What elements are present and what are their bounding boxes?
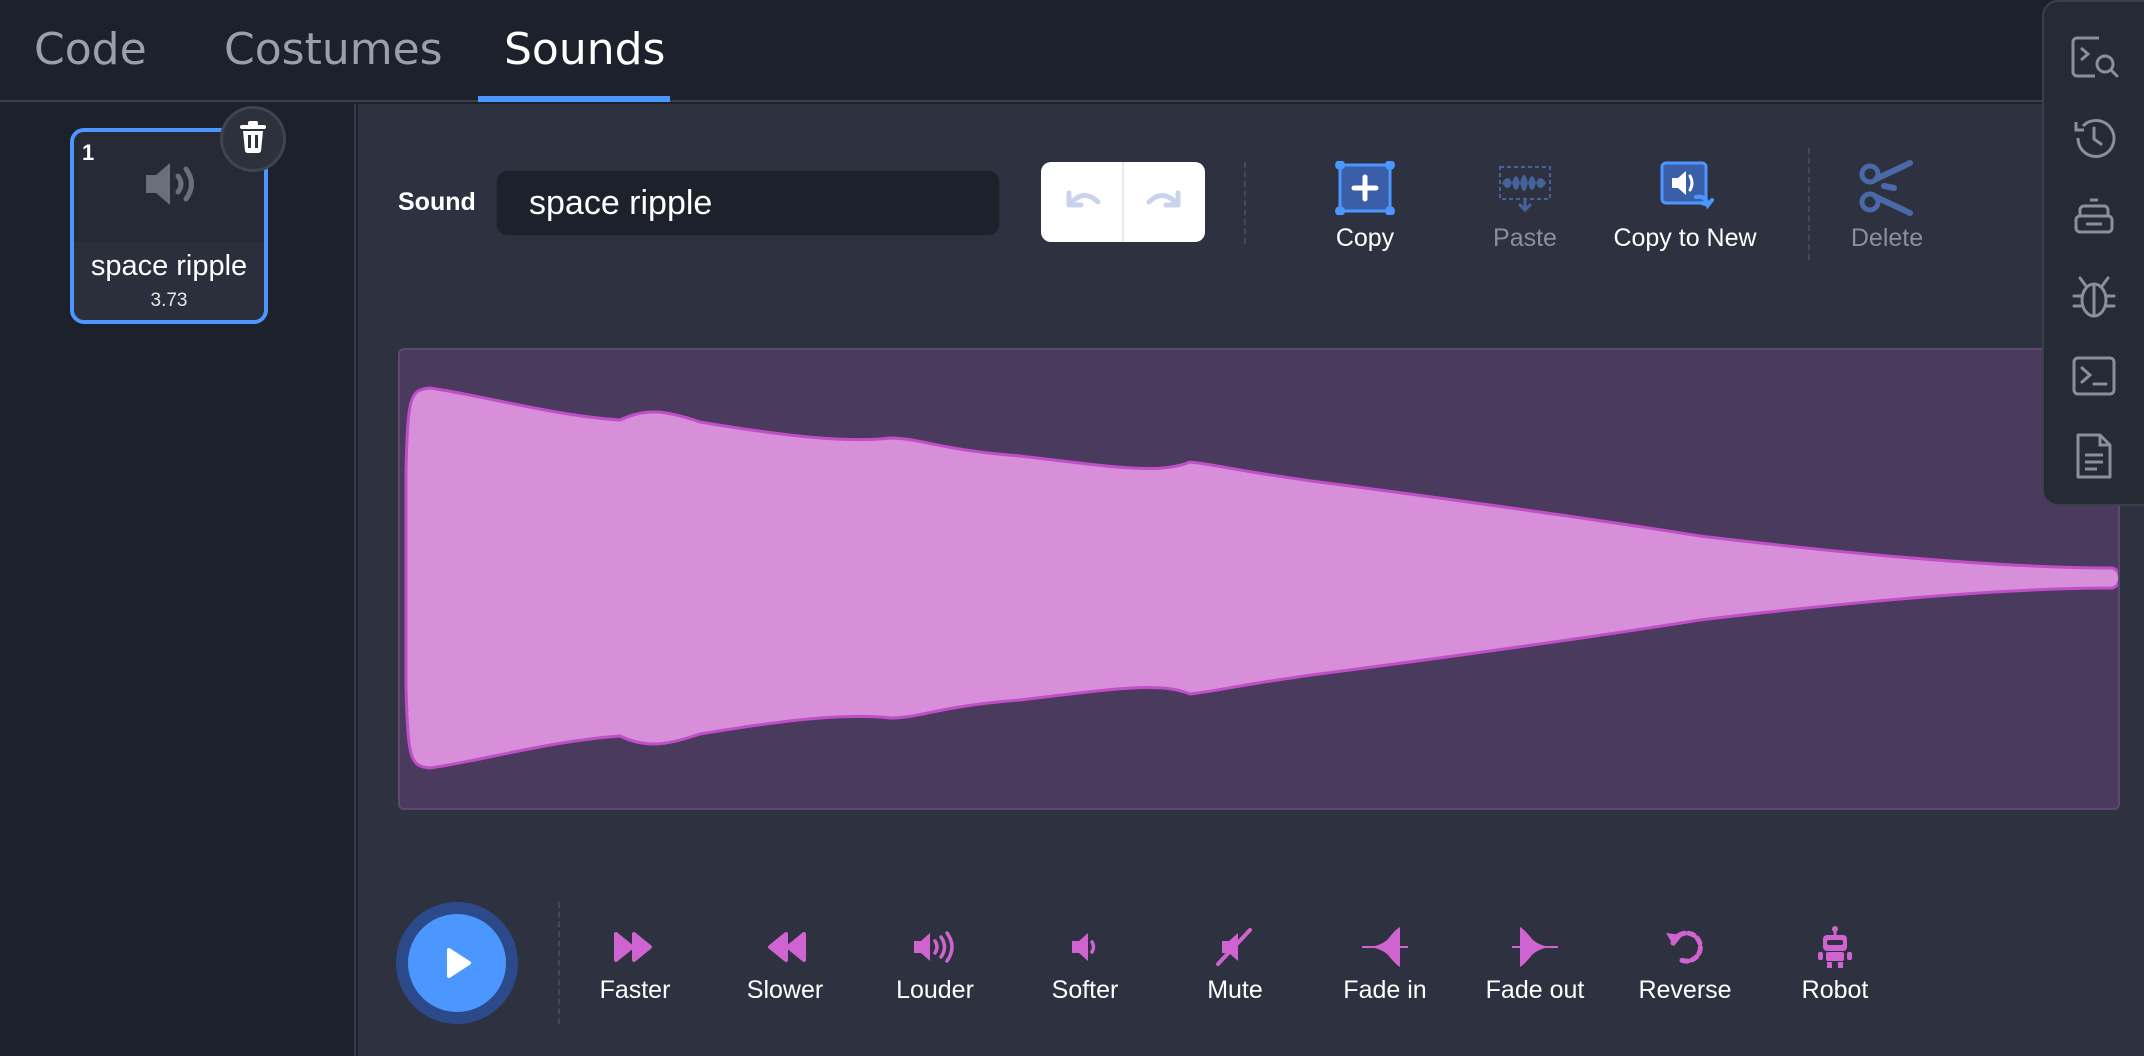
redo-icon — [1144, 185, 1186, 220]
copy-icon — [1280, 158, 1450, 218]
copy-to-new-label: Copy to New — [1613, 224, 1757, 252]
fade-out-icon — [1465, 922, 1605, 972]
faster-label: Faster — [599, 976, 671, 1004]
slower-icon — [715, 922, 855, 972]
effect-faster[interactable]: Faster — [565, 922, 705, 1005]
waveform — [404, 386, 2118, 770]
effect-fade-out[interactable]: Fade out — [1465, 922, 1605, 1005]
copy-to-new-icon — [1600, 158, 1770, 218]
undo-icon — [1061, 185, 1103, 220]
sound-item-name: space ripple — [90, 250, 248, 282]
softer-icon — [1015, 922, 1155, 972]
fade-in-icon — [1315, 922, 1455, 972]
undo-button[interactable] — [1041, 162, 1122, 242]
sound-editor: Sound space ripple Copy Paste Copy to Ne… — [358, 104, 2144, 1056]
fade-in-label: Fade in — [1343, 976, 1427, 1004]
louder-icon — [865, 922, 1005, 972]
play-button[interactable] — [396, 902, 518, 1024]
right-dock — [2042, 0, 2144, 506]
faster-icon — [565, 922, 705, 972]
waveform-editor[interactable] — [398, 348, 2120, 810]
reverse-label: Reverse — [1638, 976, 1732, 1004]
history-icon[interactable] — [2066, 110, 2122, 166]
effect-softer[interactable]: Softer — [1015, 922, 1155, 1005]
sound-name-input[interactable] — [496, 170, 1000, 236]
sound-index: 1 — [82, 140, 95, 165]
tab-sounds[interactable]: Sounds — [504, 24, 665, 75]
redo-button[interactable] — [1122, 162, 1205, 242]
document-icon[interactable] — [2066, 428, 2122, 484]
paste-icon — [1440, 158, 1610, 218]
speaker-icon — [140, 158, 206, 215]
reverse-icon — [1615, 922, 1755, 972]
editor-tab-bar: Code Costumes Sounds — [0, 0, 2144, 102]
effect-louder[interactable]: Louder — [865, 922, 1005, 1005]
robot-label: Robot — [1801, 976, 1869, 1004]
toolbar-divider — [1244, 162, 1246, 244]
effect-reverse[interactable]: Reverse — [1615, 922, 1755, 1005]
tab-costumes[interactable]: Costumes — [224, 24, 443, 75]
effect-fade-in[interactable]: Fade in — [1315, 922, 1455, 1005]
paste-button[interactable]: Paste — [1440, 158, 1610, 253]
robot-icon — [1765, 922, 1905, 972]
addon-robot-icon[interactable] — [2066, 190, 2122, 246]
play-icon — [408, 914, 506, 1012]
louder-label: Louder — [896, 976, 974, 1004]
delete-sound-button[interactable] — [220, 106, 286, 172]
debug-bug-icon[interactable] — [2066, 268, 2122, 324]
terminal-icon[interactable] — [2066, 348, 2122, 404]
mute-icon — [1165, 922, 1305, 972]
delete-selection-button[interactable]: Delete — [1802, 158, 1972, 253]
trash-icon — [238, 120, 268, 159]
sound-name-label: Sound — [398, 188, 476, 216]
code-search-icon[interactable] — [2066, 30, 2122, 86]
fade-out-label: Fade out — [1485, 976, 1585, 1004]
effect-robot[interactable]: Robot — [1765, 922, 1905, 1005]
mute-label: Mute — [1207, 976, 1263, 1004]
copy-label: Copy — [1335, 224, 1395, 252]
sound-item-duration: 3.73 — [150, 290, 188, 311]
softer-label: Softer — [1051, 976, 1119, 1004]
paste-label: Paste — [1493, 224, 1557, 252]
effect-slower[interactable]: Slower — [715, 922, 855, 1005]
scissors-icon — [1802, 158, 1972, 218]
active-tab-indicator — [478, 96, 670, 102]
effects-divider — [558, 902, 560, 1024]
copy-button[interactable]: Copy — [1280, 158, 1450, 253]
effect-mute[interactable]: Mute — [1165, 922, 1305, 1005]
delete-label: Delete — [1850, 224, 1924, 252]
undo-redo-group — [1041, 162, 1205, 242]
tab-code[interactable]: Code — [34, 24, 147, 75]
copy-to-new-button[interactable]: Copy to New — [1600, 158, 1770, 253]
slower-label: Slower — [746, 976, 824, 1004]
